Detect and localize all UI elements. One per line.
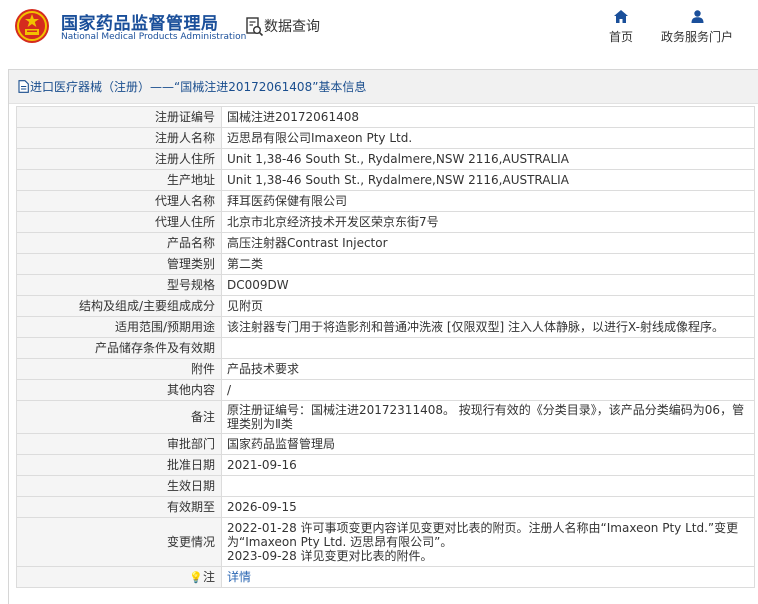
row-value: 2022-01-28 许可事项变更内容详见变更对比表的附页。注册人名称由“Ima… [221,517,755,567]
table-row: 产品储存条件及有效期 [16,337,755,359]
row-value: / [221,379,755,401]
row-label: 💡注 [16,566,222,588]
row-label: 备注 [16,400,222,434]
row-label: 变更情况 [16,517,222,567]
change-record: 2022-01-28 许可事项变更内容详见变更对比表的附页。注册人名称由“Ima… [227,521,739,549]
row-label: 产品名称 [16,232,222,254]
row-value: 详情 [221,566,755,588]
device-info-table: 注册证编号 国械注进20172061408 注册人名称 迈思昂有限公司Imaxeon… [16,106,755,588]
table-row: 其他内容 / [16,379,755,401]
table-row: 生效日期 [16,475,755,497]
row-label: 注册人住所 [16,148,222,170]
row-value: 第二类 [221,253,755,275]
user-icon [691,10,703,23]
row-value: 高压注射器Contrast Injector [221,232,755,254]
table-row: 💡注 详情 [16,566,755,588]
note-label: 注 [202,569,215,584]
site-name-cn[interactable]: 国家药品监督管理局 [61,9,219,34]
row-value: Unit 1,38-46 South St., Rydalmere,NSW 21… [221,148,755,170]
row-value [221,475,755,497]
row-value: Unit 1,38-46 South St., Rydalmere,NSW 21… [221,169,755,191]
table-row: 审批部门 国家药品监督管理局 [16,433,755,455]
national-emblem-icon [15,9,49,43]
nav-gov-service-portal[interactable]: 政务服务门户 [657,10,737,45]
device-info-panel: 进口医疗器械（注册）——“国械注进20172061408”基本信息 注册证编号国… [8,69,758,604]
row-value: 北京市北京经济技术开发区荣京东街7号 [221,211,755,233]
row-value: 拜耳医药保健有限公司 [221,190,755,212]
table-row: 产品名称 高压注射器Contrast Injector [16,232,755,254]
row-label: 批准日期 [16,454,222,476]
row-value: 见附页 [221,295,755,317]
panel-title: 进口医疗器械（注册）——“国械注进20172061408”基本信息 [30,80,367,94]
row-label: 结构及组成/主要组成成分 [16,295,222,317]
table-row: 型号规格 DC009DW [16,274,755,296]
table-row: 结构及组成/主要组成成分 见附页 [16,295,755,317]
row-label: 产品储存条件及有效期 [16,337,222,359]
table-row: 生产地址 Unit 1,38-46 South St., Rydalmere,NS… [16,169,755,191]
row-value: 国械注进20172061408 [221,106,755,128]
row-value: 原注册证编号：国械注进20172311408。 按现行有效的《分类目录》，该产品… [221,400,755,434]
nav-gov-label: 政务服务门户 [660,30,733,44]
row-label: 型号规格 [16,274,222,296]
data-search-link[interactable]: 数据查询 [264,16,320,36]
row-label: 附件 [16,358,222,380]
row-label: 其他内容 [16,379,222,401]
row-label: 生产地址 [16,169,222,191]
data-search-icon[interactable] [246,17,264,37]
table-row: 附件 产品技术要求 [16,358,755,380]
row-value: 产品技术要求 [221,358,755,380]
table-row: 批准日期 2021-09-16 [16,454,755,476]
table-row: 适用范围/预期用途 该注射器专门用于将造影剂和普通冲洗液 [仅限双型] 注入人体静… [16,316,755,338]
table-row: 备注 原注册证编号：国械注进20172311408。 按现行有效的《分类目录》，该… [16,400,755,434]
home-icon [614,10,628,23]
row-label: 适用范围/预期用途 [16,316,222,338]
site-header: 国家药品监督管理局 National Medical Products Admi… [0,0,758,60]
table-row: 注册证编号 国械注进20172061408 [16,106,755,128]
lightbulb-icon: 💡 [189,570,203,584]
row-label: 管理类别 [16,253,222,275]
row-label: 注册证编号 [16,106,222,128]
change-record: 2023-09-28 详见变更对比表的附件。 [227,549,433,563]
details-link[interactable]: 详情 [227,570,251,584]
row-label: 代理人住所 [16,211,222,233]
row-label: 有效期至 [16,496,222,518]
table-row: 代理人住所 北京市北京经济技术开发区荣京东街7号 [16,211,755,233]
table-row: 代理人名称 拜耳医药保健有限公司 [16,190,755,212]
panel-header: 进口医疗器械（注册）——“国械注进20172061408”基本信息 [9,70,758,104]
row-value: 迈思昂有限公司Imaxeon Pty Ltd. [221,127,755,149]
row-label: 审批部门 [16,433,222,455]
document-icon [18,80,29,93]
site-name-en[interactable]: National Medical Products Administration [61,32,246,42]
row-value: DC009DW [221,274,755,296]
nav-home-label: 首页 [608,30,633,44]
row-label: 代理人名称 [16,190,222,212]
table-row: 管理类别 第二类 [16,253,755,275]
table-row: 变更情况 2022-01-28 许可事项变更内容详见变更对比表的附页。注册人名称… [16,517,755,567]
row-value: 2021-09-16 [221,454,755,476]
row-value: 2026-09-15 [221,496,755,518]
row-label: 生效日期 [16,475,222,497]
nav-home[interactable]: 首页 [604,10,638,45]
table-row: 有效期至 2026-09-15 [16,496,755,518]
row-value: 该注射器专门用于将造影剂和普通冲洗液 [仅限双型] 注入人体静脉，以进行X-射线… [221,316,755,338]
row-label: 注册人名称 [16,127,222,149]
table-row: 注册人住所 Unit 1,38-46 South St., Rydalmere,N… [16,148,755,170]
row-value [221,337,755,359]
table-row: 注册人名称 迈思昂有限公司Imaxeon Pty Ltd. [16,127,755,149]
row-value: 国家药品监督管理局 [221,433,755,455]
